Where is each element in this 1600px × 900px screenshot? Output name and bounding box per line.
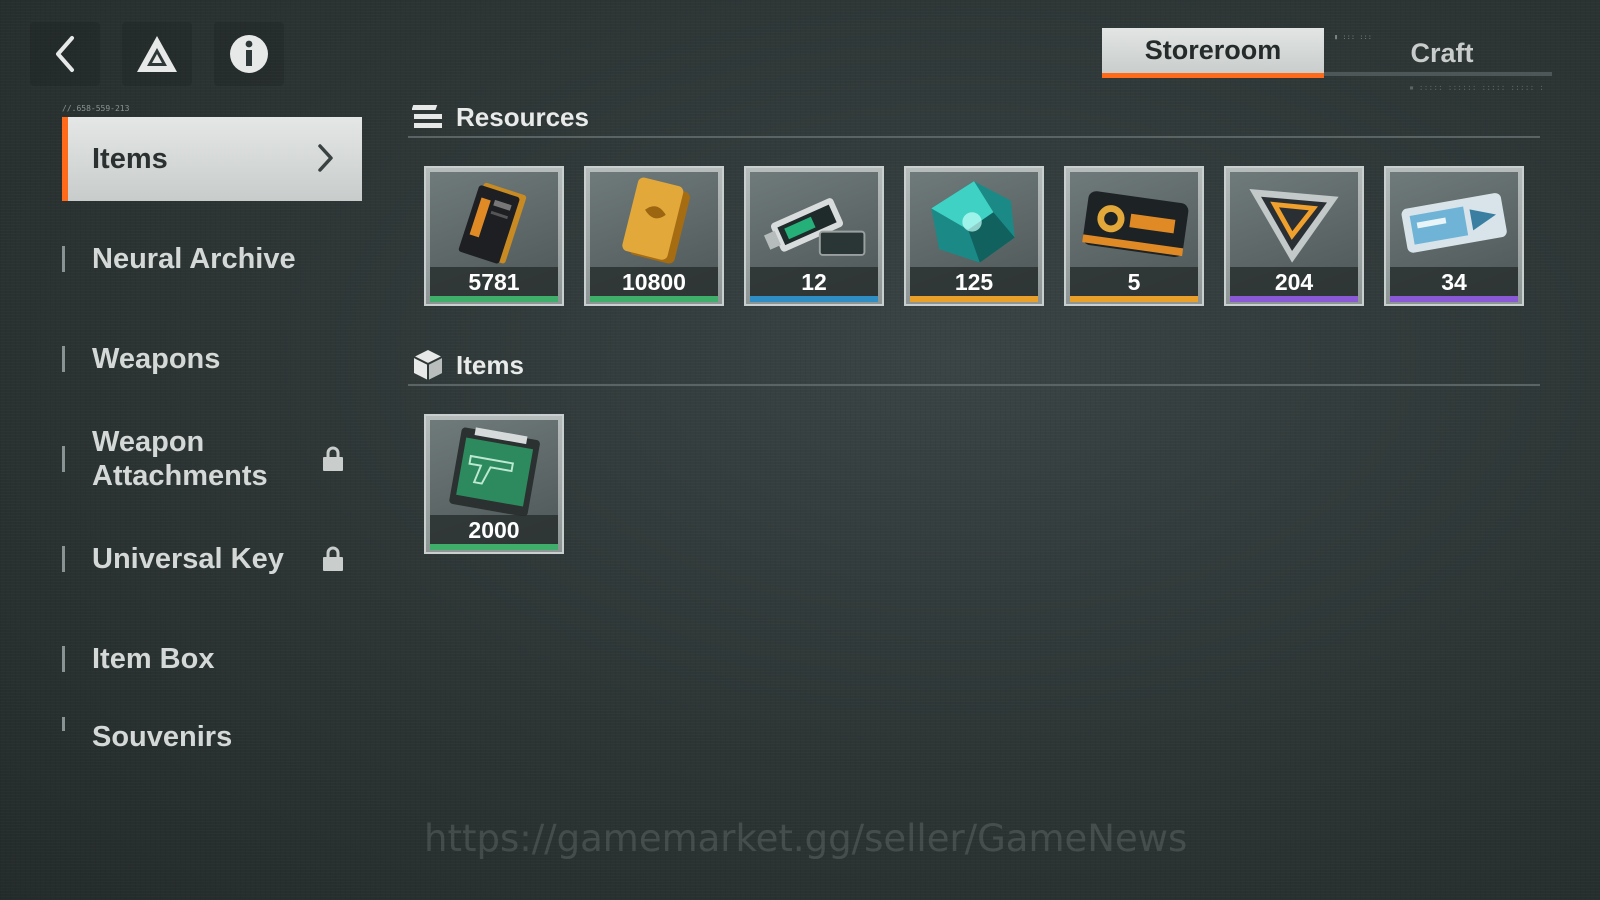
sidebar-code: //.658-559-213 — [62, 104, 130, 113]
sidebar-item-neural-archive[interactable]: Neural Archive — [62, 217, 362, 301]
sidebar-item-label: Items — [92, 142, 168, 175]
triangle-token-icon — [1249, 188, 1339, 263]
key-chip-icon — [763, 198, 866, 256]
cube-icon — [413, 350, 443, 380]
resource-card[interactable]: 204 — [1224, 166, 1364, 306]
sidebar-item-label: Neural Archive — [92, 242, 296, 275]
sidebar-item-label: Item Box — [92, 642, 215, 675]
items-section: Items 2000 — [408, 346, 1540, 554]
item-count: 125 — [910, 267, 1038, 297]
gold-bar-icon — [622, 177, 690, 264]
resource-card[interactable]: 10800 — [584, 166, 724, 306]
info-icon — [230, 35, 268, 73]
item-count: 204 — [1230, 267, 1358, 297]
top-nav — [30, 22, 284, 86]
rarity-bar — [1390, 296, 1518, 302]
resource-card[interactable]: 5781 — [424, 166, 564, 306]
rarity-bar — [430, 544, 558, 550]
lock-icon — [323, 446, 343, 471]
resource-card[interactable]: 125 — [904, 166, 1044, 306]
black-card-icon — [458, 182, 527, 264]
rarity-bar — [750, 296, 878, 302]
rarity-bar — [430, 296, 558, 302]
watermark-url: https://gamemarket.gg/seller/GameNews — [424, 817, 1188, 860]
item-card[interactable]: 2000 — [424, 414, 564, 554]
item-count: 5781 — [430, 267, 558, 297]
item-count: 2000 — [430, 515, 558, 545]
item-count: 5 — [1070, 267, 1198, 297]
item-grid: 2000 — [408, 414, 1540, 554]
rarity-bar — [910, 296, 1038, 302]
section-title: Items — [456, 349, 524, 380]
resources-header: Resources — [408, 98, 1540, 138]
rarity-bar — [1070, 296, 1198, 302]
rarity-bar — [1230, 296, 1358, 302]
sidebar-item-weapon-attachments[interactable]: Weapon Attachments — [62, 417, 362, 501]
sidebar-item-label: Souvenirs — [92, 721, 233, 747]
resource-card[interactable]: 5 — [1064, 166, 1204, 306]
sidebar-item-weapons[interactable]: Weapons — [62, 317, 362, 401]
sidebar-item-label: Universal Key — [92, 542, 284, 575]
stacked-bars-icon — [412, 105, 442, 128]
item-count: 10800 — [590, 267, 718, 297]
tab-craft[interactable]: Craft — [1342, 28, 1542, 78]
chevron-left-icon — [56, 36, 74, 72]
resource-card[interactable]: 34 — [1384, 166, 1524, 306]
sidebar-item-items[interactable]: Items — [62, 117, 362, 201]
sidebar-item-universal-key[interactable]: Universal Key — [62, 517, 362, 601]
item-count: 12 — [750, 267, 878, 297]
crystal-icon — [931, 181, 1015, 263]
decorative-code-line: ▪ ::::: :::::: ::::: ::::: : — [1409, 83, 1544, 92]
items-header: Items — [408, 346, 1540, 386]
resources-section: Resources 5781 10800 12 125 5 204 34 — [408, 98, 1540, 306]
section-title: Resources — [456, 101, 589, 132]
lock-icon — [323, 546, 343, 571]
category-sidebar: //.658-559-213 Items Neural Archive Weap… — [62, 104, 362, 763]
tab-storeroom[interactable]: Storeroom — [1102, 28, 1324, 78]
weapon-blueprint-icon — [449, 427, 540, 516]
sidebar-item-item-box[interactable]: Item Box — [62, 617, 362, 701]
chevron-right-icon — [318, 144, 333, 172]
sidebar-item-label: Weapons — [92, 342, 221, 375]
tab-bar: ▮ ::: ::: Storeroom ▮ ::: ::: Craft — [1102, 28, 1552, 80]
triangle-logo-icon — [137, 36, 177, 72]
sidebar-item-souvenirs[interactable]: Souvenirs — [62, 717, 362, 747]
logo-button[interactable] — [122, 22, 192, 86]
sidebar-item-label: Weapon Attachments — [92, 426, 268, 492]
rarity-bar — [590, 296, 718, 302]
back-button[interactable] — [30, 22, 100, 86]
info-button[interactable] — [214, 22, 284, 86]
resource-card[interactable]: 12 — [744, 166, 884, 306]
coin-card-icon — [1082, 191, 1189, 258]
ticket-icon — [1401, 193, 1507, 253]
item-count: 34 — [1390, 267, 1518, 297]
resource-grid: 5781 10800 12 125 5 204 34 — [408, 166, 1540, 306]
